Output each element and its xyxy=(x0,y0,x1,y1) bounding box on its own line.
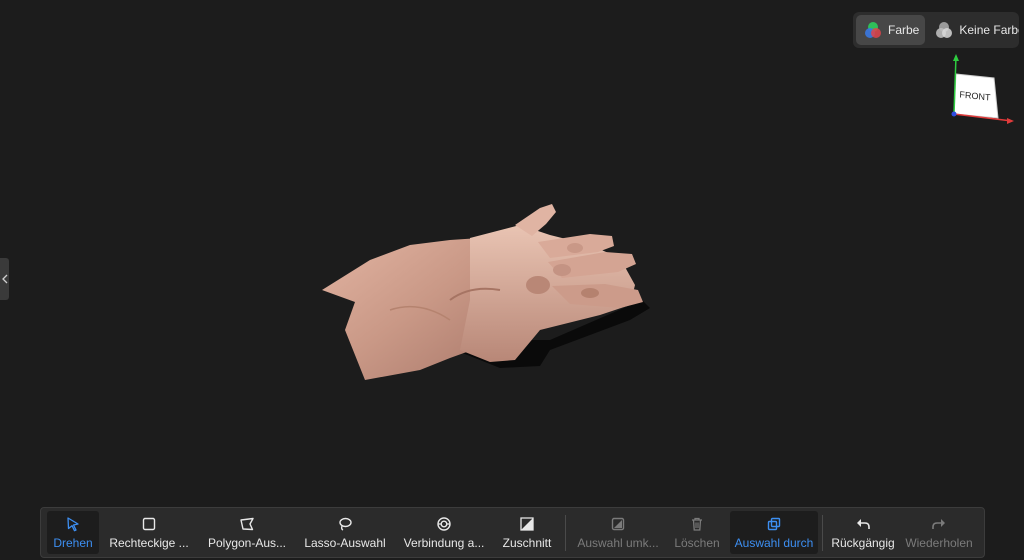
select-through-icon xyxy=(767,517,781,530)
polygon-select-icon xyxy=(240,517,254,530)
tool-polygon-auswahl-button[interactable]: Polygon-Aus... xyxy=(199,511,295,554)
tool-rechteckige-auswahl-label: Rechteckige ... xyxy=(109,535,189,550)
tool-verbindung-auswahl-label: Verbindung a... xyxy=(403,535,485,550)
tool-verbindung-auswahl-button[interactable]: Verbindung a... xyxy=(395,511,493,554)
tool-rueckgaengig-button[interactable]: Rückgängig xyxy=(827,511,899,554)
tool-auswahl-umkehren-label: Auswahl umk... xyxy=(577,535,659,550)
tool-loeschen-label: Löschen xyxy=(674,535,720,550)
tool-wiederholen-label: Wiederholen xyxy=(905,535,973,550)
tool-auswahl-durch-label: Auswahl durch xyxy=(734,535,814,550)
tool-zuschnitt-label: Zuschnitt xyxy=(502,535,552,550)
redo-icon xyxy=(932,518,945,529)
tool-polygon-auswahl-label: Polygon-Aus... xyxy=(207,535,287,550)
color-mode-toggle: Farbe Keine Farbe xyxy=(853,12,1019,48)
hand-scan-model[interactable] xyxy=(300,190,680,390)
rectangle-select-icon xyxy=(142,517,156,530)
tool-loeschen-button[interactable]: Löschen xyxy=(666,511,728,554)
toolbar-separator xyxy=(565,514,566,551)
tool-zuschnitt-button[interactable]: Zuschnitt xyxy=(493,511,561,554)
tool-lasso-auswahl-button[interactable]: Lasso-Auswahl xyxy=(295,511,395,554)
tool-drehen-label: Drehen xyxy=(53,535,93,550)
rotate-cursor-icon xyxy=(67,516,79,531)
selection-toolbar: Drehen Rechteckige ... Polygon-Aus... La… xyxy=(40,507,985,558)
connected-select-icon xyxy=(437,516,451,531)
color-mode-farbe-label: Farbe xyxy=(888,23,920,37)
tool-lasso-auswahl-label: Lasso-Auswahl xyxy=(304,535,386,550)
side-panel-toggle[interactable] xyxy=(0,258,9,300)
tool-rueckgaengig-label: Rückgängig xyxy=(831,535,895,550)
gray-circles-icon xyxy=(936,22,953,38)
toolbar-separator xyxy=(822,514,823,551)
color-mode-keine-farbe[interactable]: Keine Farbe xyxy=(927,15,1019,45)
view-cube[interactable] xyxy=(944,52,1016,124)
color-mode-farbe[interactable]: Farbe xyxy=(856,15,926,45)
trash-icon xyxy=(692,517,702,531)
undo-icon xyxy=(857,518,870,529)
tool-auswahl-durch-button[interactable]: Auswahl durch xyxy=(730,511,818,554)
color-mode-keine-farbe-label: Keine Farbe xyxy=(959,23,1019,37)
invert-selection-icon xyxy=(611,517,625,530)
tool-drehen-button[interactable]: Drehen xyxy=(47,511,99,554)
3d-viewport[interactable]: Farbe Keine Farbe FRONT Drehen Rechtecki… xyxy=(0,0,1024,560)
tool-auswahl-umkehren-button[interactable]: Auswahl umk... xyxy=(570,511,666,554)
tool-wiederholen-button[interactable]: Wiederholen xyxy=(899,511,979,554)
color-circles-icon xyxy=(865,22,881,38)
crop-icon xyxy=(520,516,534,531)
tool-rechteckige-auswahl-button[interactable]: Rechteckige ... xyxy=(99,511,199,554)
lasso-select-icon xyxy=(339,517,352,531)
chevron-left-icon xyxy=(1,274,7,284)
